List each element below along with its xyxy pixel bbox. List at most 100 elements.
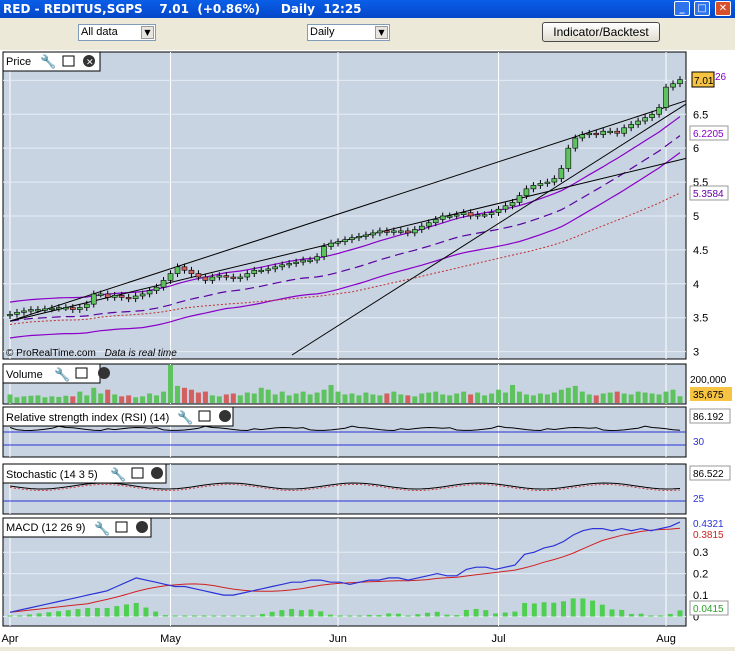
candle-body	[272, 266, 279, 270]
candle-body	[286, 263, 292, 266]
window-icon[interactable]	[75, 367, 88, 379]
macd-signal-label: 0.3815	[693, 530, 724, 541]
indicator-backtest-button[interactable]: Indicator/Backtest	[542, 22, 660, 42]
candle-body	[265, 268, 272, 271]
price-tick-label: 5	[693, 211, 699, 223]
macd-histogram-bar	[221, 615, 227, 617]
volume-bar	[328, 384, 334, 403]
candle-body	[83, 303, 90, 308]
macd-histogram-bar	[114, 606, 120, 617]
macd-histogram-bar	[211, 615, 217, 617]
volume-bar	[586, 394, 592, 403]
price-tick-label: 6.5	[693, 109, 708, 121]
price-header: Price 🔧 ✕	[2, 51, 101, 72]
volume-bar	[56, 396, 62, 403]
close-button[interactable]: ✕	[715, 1, 731, 16]
wrench-icon[interactable]: 🔧	[54, 366, 70, 383]
macd-histogram-bar	[502, 612, 508, 617]
volume-bar	[482, 395, 488, 403]
volume-bar	[391, 391, 397, 403]
candle-body	[516, 195, 523, 203]
macd-histogram-bar	[405, 615, 411, 617]
volume-bar	[489, 393, 495, 403]
volume-bar	[42, 397, 48, 403]
close-panel-icon[interactable]	[151, 467, 163, 479]
candle-body	[35, 309, 41, 312]
last-price-label: 7.01	[694, 76, 714, 87]
volume-bar	[642, 392, 648, 403]
window-icon[interactable]	[115, 521, 128, 533]
volume-bar	[628, 394, 634, 403]
volume-bar	[14, 397, 20, 403]
volume-bar	[579, 391, 585, 403]
candle-body	[425, 222, 432, 227]
wrench-icon[interactable]: 🔧	[177, 409, 193, 426]
credit-text: © ProRealTime.com Data is real time	[6, 348, 177, 359]
macd-histogram-bar	[65, 610, 71, 617]
period-select[interactable]: Daily ▼	[307, 24, 390, 41]
volume-bar	[600, 393, 606, 403]
candle-body	[237, 276, 244, 279]
volume-bar	[342, 394, 348, 403]
candle-body	[167, 273, 174, 281]
volume-bar	[70, 396, 76, 403]
candle-body	[467, 212, 474, 217]
volume-bar	[530, 395, 536, 403]
candle-body	[321, 246, 327, 257]
volume-bar	[447, 395, 453, 403]
volume-bar	[216, 396, 222, 403]
band-label: 6.2205	[693, 129, 724, 140]
minimize-button[interactable]: _	[674, 1, 690, 16]
volume-bar	[49, 396, 55, 403]
window-icon[interactable]	[198, 410, 211, 422]
candle-body	[42, 308, 48, 311]
window-icon[interactable]	[131, 467, 144, 479]
candle-body	[649, 113, 655, 118]
wrench-icon[interactable]: 🔧	[40, 53, 56, 70]
volume-bar	[544, 394, 550, 403]
close-panel-icon[interactable]	[98, 367, 110, 379]
range-select[interactable]: All data ▼	[78, 24, 156, 41]
rsi-value-label: 86.192	[693, 412, 724, 423]
x-tick-label: Apr	[1, 633, 18, 645]
wrench-icon[interactable]: 🔧	[110, 466, 126, 483]
volume-bar	[251, 393, 257, 403]
macd-histogram-bar	[590, 600, 596, 617]
price-panel	[2, 51, 687, 360]
candle-body	[70, 307, 76, 310]
macd-histogram-bar	[551, 602, 557, 617]
candle-body	[600, 130, 607, 135]
candle-body	[481, 214, 488, 217]
credit-prefix: © ProRealTime.com	[6, 348, 96, 359]
macd-histogram-bar	[677, 610, 683, 617]
volume-bar	[321, 389, 327, 403]
maximize-button[interactable]: □	[694, 1, 710, 16]
macd-histogram-bar	[104, 607, 110, 617]
macd-histogram-bar	[376, 615, 382, 617]
macd-histogram-bar	[463, 609, 469, 617]
candle-body	[418, 225, 425, 230]
window-icon[interactable]	[62, 55, 75, 67]
volume-bar	[35, 395, 41, 403]
volume-bar	[202, 391, 208, 403]
wrench-icon[interactable]: 🔧	[94, 520, 110, 537]
volume-bar	[147, 393, 153, 403]
candle-body	[509, 202, 516, 207]
macd-histogram-bar	[628, 613, 634, 617]
volume-panel-title: Volume	[6, 369, 43, 381]
macd-histogram-bar	[46, 612, 52, 617]
candle-body	[293, 261, 299, 264]
macd-histogram-bar	[327, 614, 333, 617]
close-panel-icon[interactable]	[136, 521, 148, 533]
candle-body	[251, 269, 258, 274]
volume-bar	[307, 394, 313, 403]
macd-histogram-bar	[347, 615, 353, 617]
macd-histogram-bar	[36, 613, 42, 617]
macd-header: MACD (12 26 9) 🔧	[2, 517, 152, 538]
close-panel-icon[interactable]	[219, 410, 231, 422]
candle-body	[28, 309, 34, 312]
macd-histogram-bar	[444, 614, 450, 617]
candle-body	[314, 256, 320, 261]
rsi-low-label: 30	[693, 437, 705, 448]
volume-bar	[223, 394, 229, 403]
